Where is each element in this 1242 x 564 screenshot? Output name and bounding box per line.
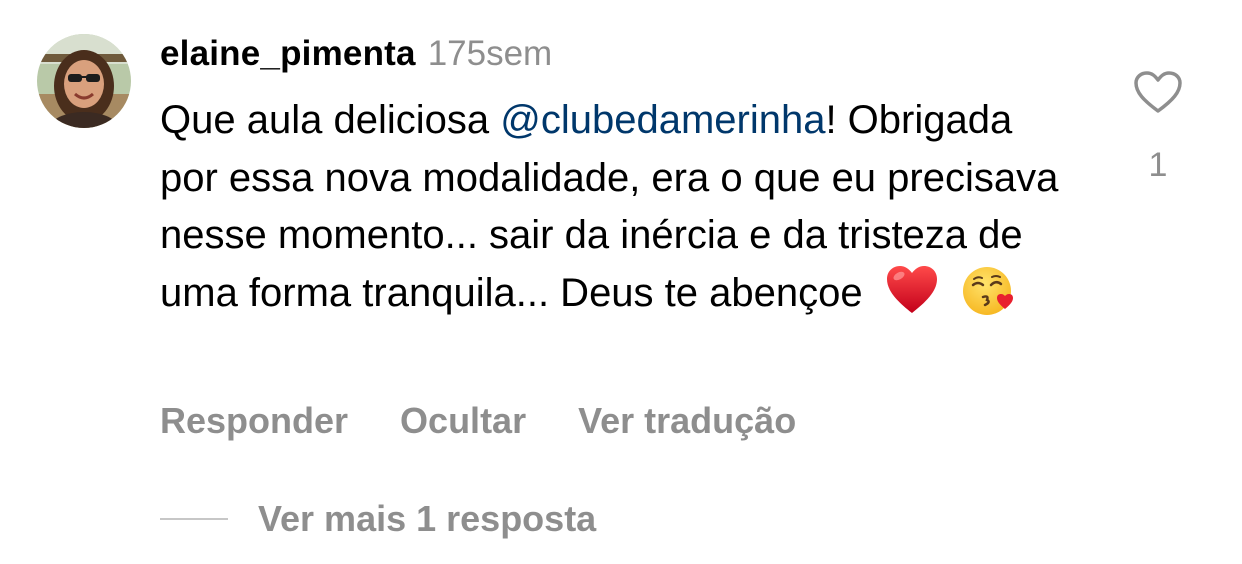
heart-outline-icon[interactable] (1133, 70, 1183, 114)
view-replies-label[interactable]: Ver mais 1 resposta (258, 498, 596, 540)
view-replies-button[interactable]: Ver mais 1 resposta (160, 498, 596, 540)
like-count: 1 (1148, 146, 1168, 184)
face-blowing-kiss-icon (961, 263, 1017, 319)
like-area: 1 (1126, 70, 1190, 185)
replies-divider (160, 518, 228, 520)
reply-button[interactable]: Responder (160, 400, 348, 442)
translate-button[interactable]: Ver tradução (578, 400, 796, 442)
avatar[interactable] (37, 34, 131, 128)
red-heart-icon (884, 263, 940, 319)
comment-actions: Responder Ocultar Ver tradução (160, 400, 848, 442)
comment-header: elaine_pimenta 175sem (160, 34, 552, 78)
timestamp: 175sem (427, 34, 553, 73)
comment-text-start: Que aula deliciosa (160, 98, 501, 142)
comment-text: Que aula deliciosa @clubedamerinha! Obri… (160, 92, 1080, 323)
hide-button[interactable]: Ocultar (400, 400, 526, 442)
username[interactable]: elaine_pimenta (160, 34, 416, 74)
mention-link[interactable]: @clubedamerinha (500, 98, 825, 142)
